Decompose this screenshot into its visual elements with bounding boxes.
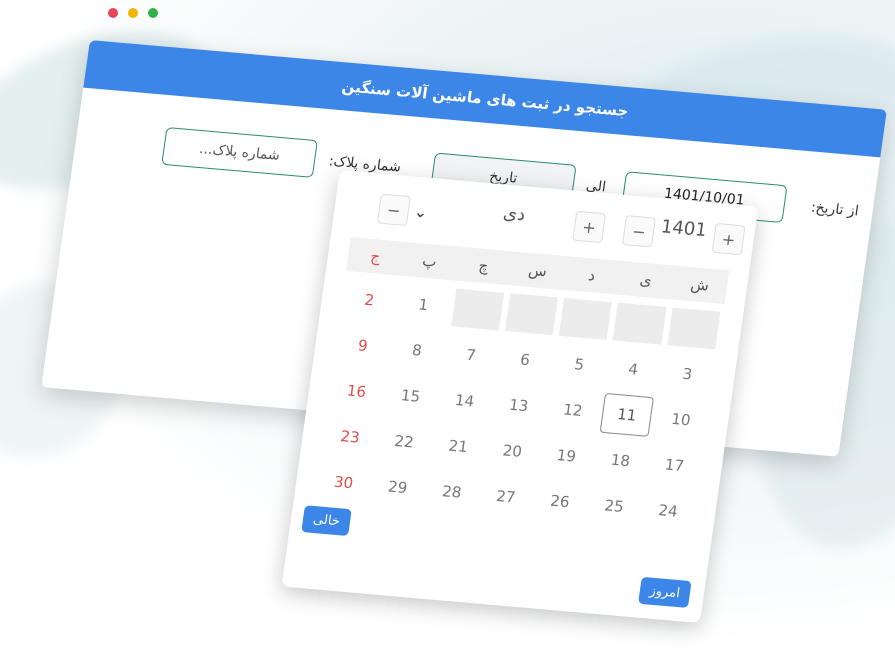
month-decrement-button[interactable]: −	[376, 193, 411, 227]
day-cell[interactable]: 3	[661, 353, 714, 395]
month-display: دی	[501, 202, 527, 226]
day-cell-empty	[558, 298, 613, 340]
day-cell[interactable]: 16	[330, 370, 383, 412]
day-cell[interactable]: 26	[533, 480, 586, 522]
day-cell[interactable]: 8	[390, 329, 443, 371]
day-cell[interactable]: 27	[479, 476, 532, 518]
day-cell[interactable]: 4	[607, 348, 660, 390]
from-date-label: از تاریخ:	[809, 199, 860, 220]
day-cell[interactable]: 15	[384, 375, 437, 417]
window-controls	[108, 8, 158, 18]
day-cell[interactable]: 29	[371, 466, 424, 508]
day-cell[interactable]: 2	[343, 279, 396, 321]
day-cell[interactable]: 10	[654, 399, 707, 441]
day-cell-empty	[504, 293, 559, 336]
weekday-label: د	[587, 266, 597, 285]
year-increment-button[interactable]: +	[711, 222, 746, 256]
day-cell[interactable]: 22	[377, 421, 430, 463]
day-cell[interactable]: 24	[641, 490, 694, 532]
day-grid: 1 2 3 4 5 6 7 8 9 10 11 12 13 14 15 16 17 18 19 20 21 22 23 24 2…	[313, 275, 724, 536]
day-cell[interactable]: 30	[317, 462, 370, 504]
clear-button[interactable]: خالی	[301, 505, 352, 537]
app-window: جستجو در ثبت های ماشین آلات سنگین از تار…	[0, 0, 895, 649]
day-cell[interactable]: 23	[323, 416, 376, 458]
page-title: جستجو در ثبت های ماشین آلات سنگین	[340, 77, 630, 121]
weekday-label: پ	[421, 251, 438, 271]
day-cell[interactable]: 19	[540, 435, 593, 477]
day-cell[interactable]: 21	[431, 425, 484, 467]
day-cell[interactable]: 25	[587, 485, 640, 527]
day-cell-empty	[450, 288, 505, 331]
day-cell[interactable]: 12	[546, 389, 599, 431]
day-cell-empty	[612, 302, 667, 345]
weekday-label: ج	[369, 247, 382, 266]
day-cell[interactable]: 7	[444, 334, 497, 376]
day-cell[interactable]: 18	[594, 440, 647, 482]
day-cell[interactable]: 9	[336, 325, 389, 367]
day-cell[interactable]: 13	[492, 385, 545, 427]
plate-input[interactable]: شماره پلاک...	[161, 126, 318, 178]
close-window-button[interactable]	[108, 8, 118, 18]
date-picker: + 1401 − + دی ⌄ − ش ی د س چ پ ج 12345678…	[281, 170, 759, 624]
weekday-label: ش	[689, 275, 711, 295]
day-cell[interactable]: 17	[648, 444, 701, 486]
day-cell[interactable]: 1	[397, 284, 450, 326]
day-cell[interactable]: 5	[552, 344, 605, 386]
weekday-label: ی	[638, 270, 653, 290]
weekday-label: س	[527, 260, 549, 281]
minimize-window-button[interactable]	[128, 8, 138, 18]
weekday-label: چ	[477, 256, 490, 276]
day-cell[interactable]: 14	[438, 380, 491, 422]
day-cell[interactable]: 28	[425, 471, 478, 513]
month-increment-button[interactable]: +	[572, 210, 607, 244]
day-cell[interactable]: 11	[600, 392, 654, 437]
year-display: 1401	[659, 216, 709, 242]
today-button[interactable]: امروز	[637, 576, 692, 608]
maximize-window-button[interactable]	[148, 8, 158, 18]
day-cell[interactable]: 20	[486, 430, 539, 472]
day-cell[interactable]: 6	[498, 339, 551, 381]
day-cell-empty	[667, 307, 721, 350]
year-decrement-button[interactable]: −	[621, 215, 656, 248]
